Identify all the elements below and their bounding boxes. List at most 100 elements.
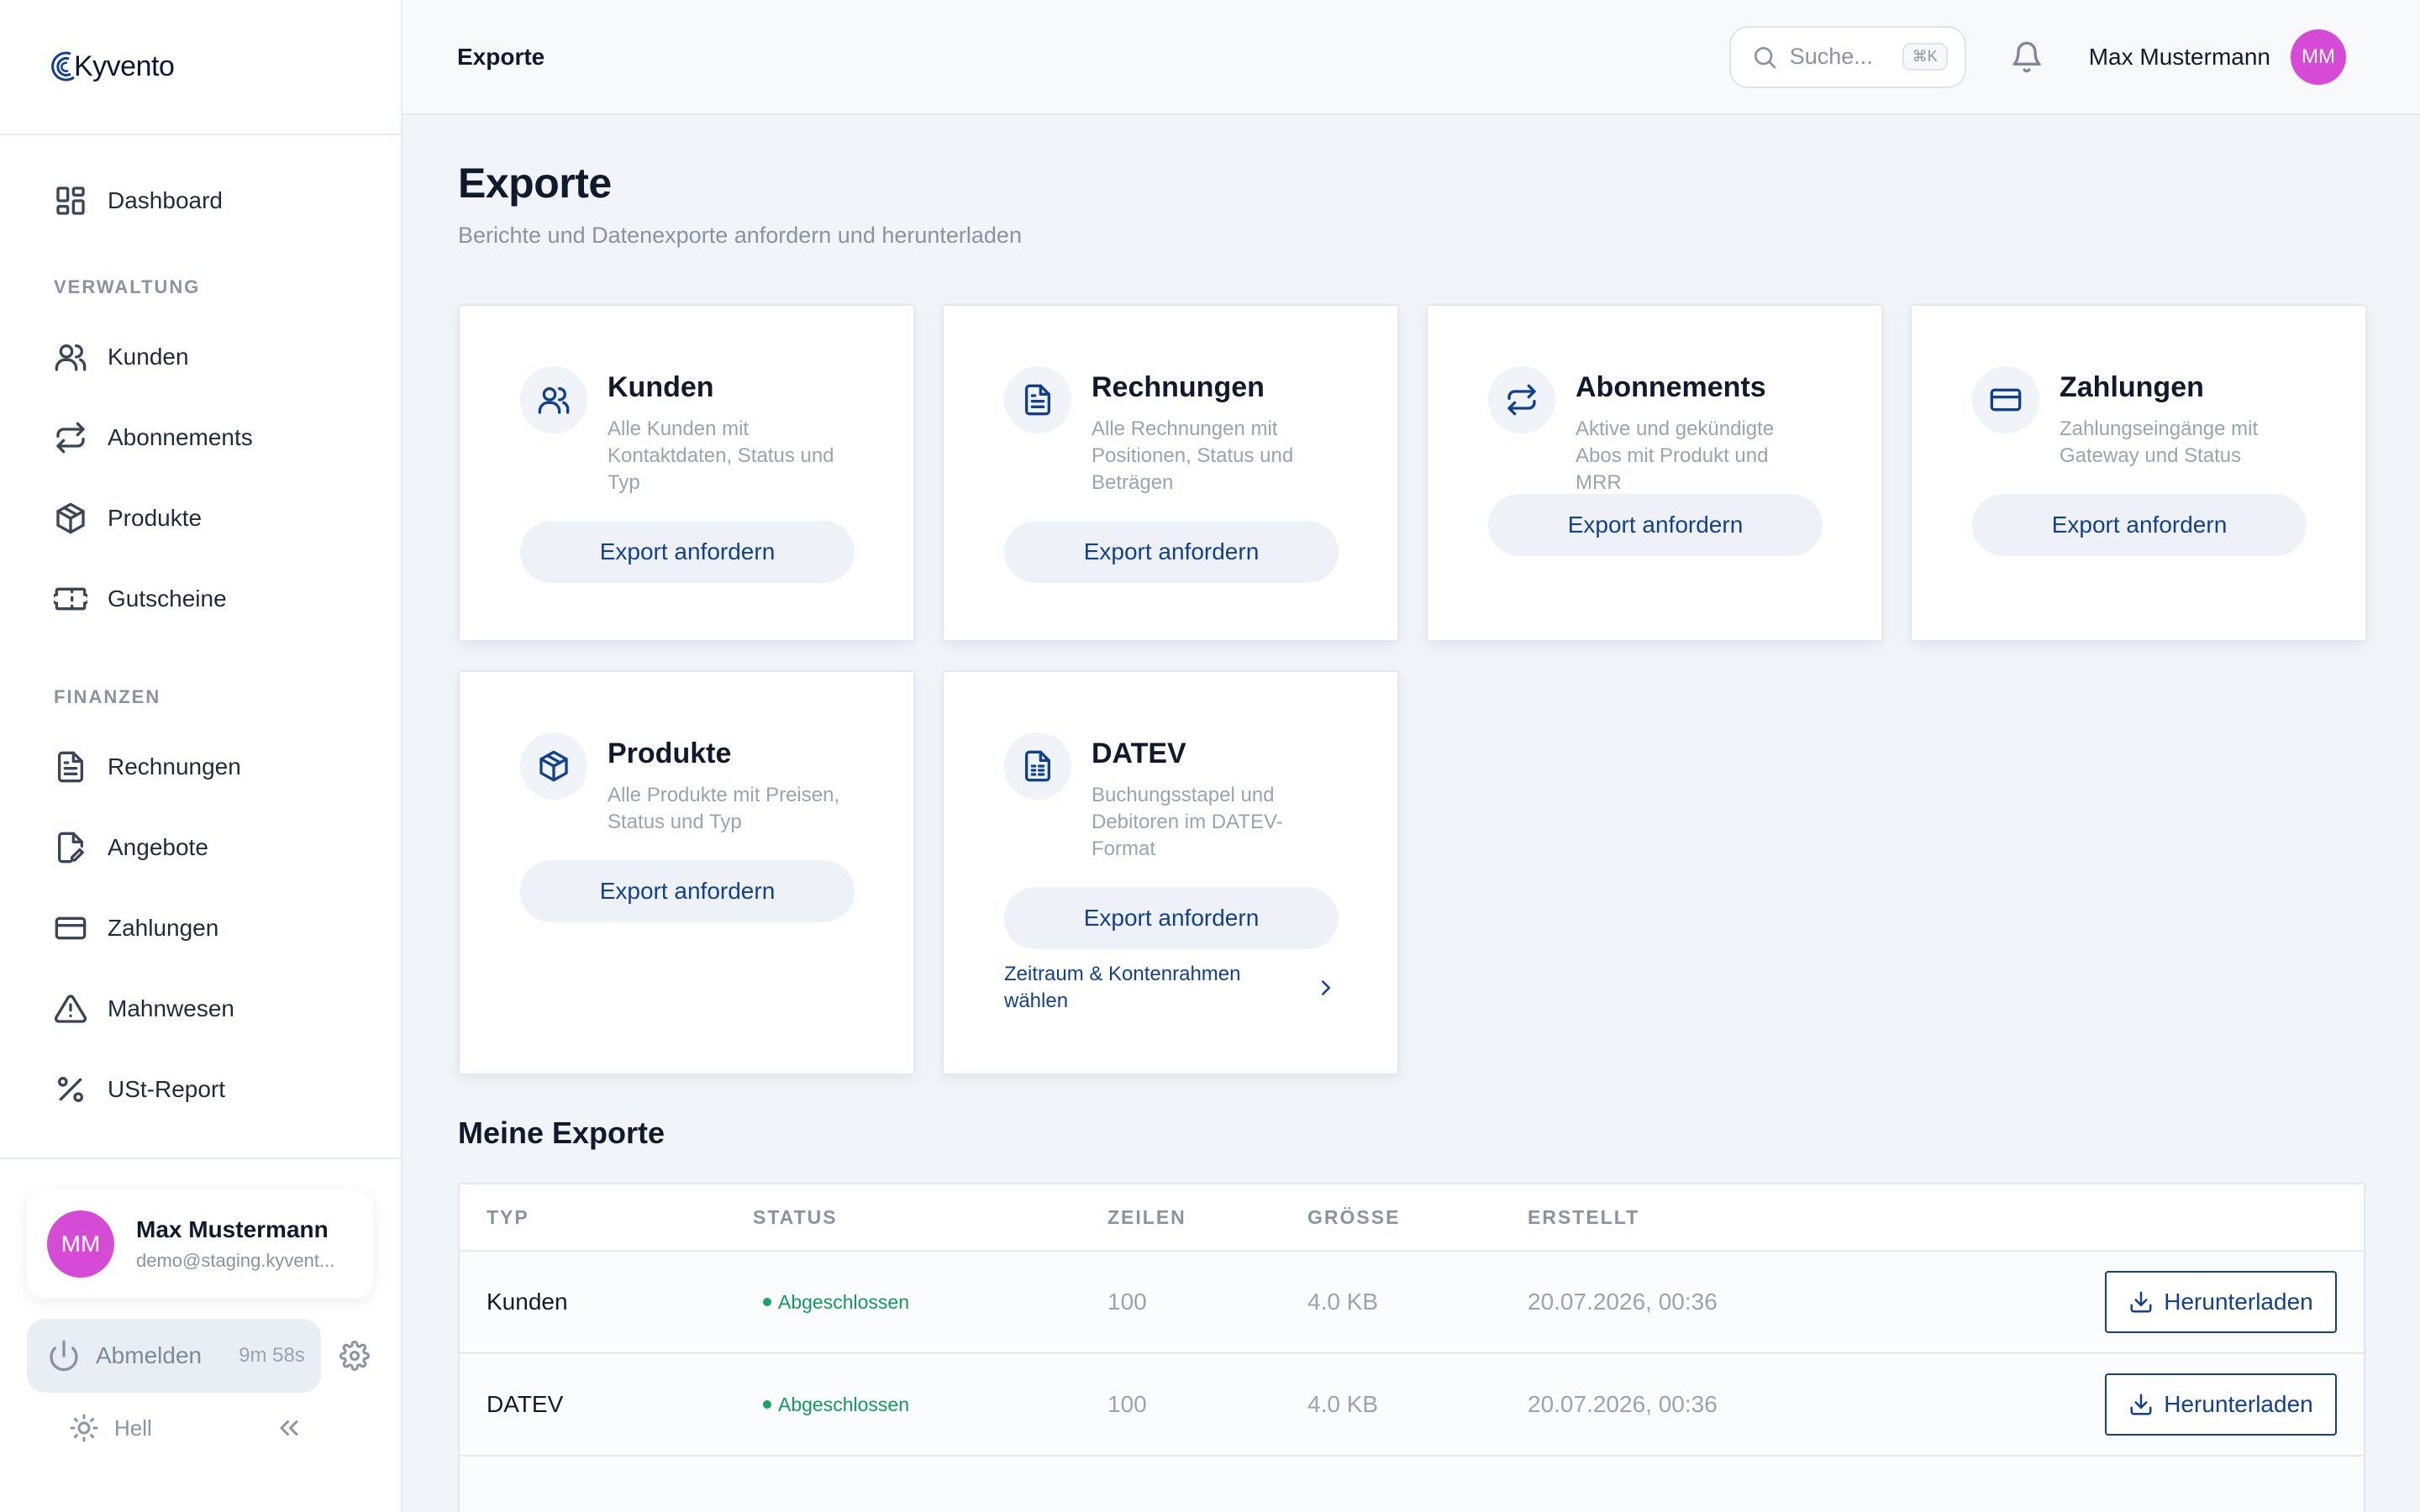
page-subtitle: Berichte und Datenexporte anfordern und … (458, 223, 1022, 248)
sidebar-item-kunden[interactable]: Kunden (0, 317, 401, 397)
export-card-rechnungen: Rechnungen Alle Rechnungen mit Positione… (942, 304, 1399, 642)
gear-icon[interactable] (339, 1341, 370, 1371)
export-card-abonnements: Abonnements Aktive und gekündigte Abos m… (1426, 304, 1883, 642)
card-description: Zahlungseingänge mit Gateway und Status (2060, 417, 2259, 467)
ticket-icon (54, 587, 87, 611)
cell-rows: 100 (1107, 1289, 1147, 1315)
cell-rows: 100 (1107, 1391, 1147, 1417)
cell-type: DATEV (487, 1391, 564, 1417)
column-header-size: GRÖSSE (1307, 1205, 1401, 1228)
card-description: Alle Produkte mit Preisen, Status und Ty… (608, 784, 840, 833)
card-description: Buchungsstapel und Debitoren im DATEV-Fo… (1092, 784, 1283, 860)
export-request-button[interactable]: Export anfordern (520, 521, 855, 583)
search-input[interactable] (1789, 44, 1897, 70)
sidebar-item-gutscheine[interactable]: Gutscheine (0, 559, 401, 639)
status-badge: Abgeschlossen (763, 1291, 909, 1314)
card-description: Alle Rechnungen mit Positionen, Status u… (1092, 417, 1294, 494)
table-row: Kunden Abgeschlossen 100 4.0 KB 20.07.20… (460, 1252, 2364, 1354)
sidebar-item-ust-report[interactable]: USt-Report (0, 1049, 401, 1130)
file-text-icon (58, 751, 84, 783)
session-timer: 9m 58s (239, 1344, 305, 1367)
sidebar-item-label: Zahlungen (108, 915, 219, 941)
download-button[interactable]: Herunterladen (2105, 1271, 2337, 1333)
users-icon (55, 344, 87, 371)
status-label: Abgeschlossen (778, 1290, 909, 1313)
cell-status: Abgeschlossen (753, 1291, 1107, 1314)
user-name: Max Mustermann (136, 1216, 329, 1242)
column-header-rows: ZEILEN (1107, 1205, 1186, 1228)
file-text-icon (1025, 384, 1050, 416)
card-description: Aktive und gekündigte Abos mit Produkt u… (1576, 417, 1775, 494)
status-badge: Abgeschlossen (763, 1394, 909, 1416)
sidebar-item-mahnwesen[interactable]: Mahnwesen (0, 969, 401, 1049)
logout-row: Abmelden 9m 58s (27, 1319, 370, 1393)
percent-icon (58, 1077, 83, 1102)
export-card-zahlungen: Zahlungen Zahlungseingänge mit Gateway u… (1910, 304, 2367, 642)
card-title: Rechnungen (1092, 371, 1265, 403)
sidebar-item-abonnements[interactable]: Abonnements (0, 397, 401, 478)
download-button[interactable]: Herunterladen (2105, 1373, 2337, 1436)
column-header-type: TYP (487, 1205, 529, 1228)
credit-card-icon (1990, 388, 2022, 412)
repeat-icon (1507, 384, 1536, 416)
export-request-button[interactable]: Export anfordern (520, 860, 855, 922)
logout-label: Abmelden (96, 1342, 203, 1368)
chevron-right-icon (1322, 980, 1330, 995)
page-title: Exporte (458, 160, 612, 207)
sidebar-item-label: USt-Report (108, 1076, 226, 1102)
download-icon (2130, 1394, 2152, 1415)
export-request-button[interactable]: Export anfordern (1004, 521, 1339, 583)
card-title: Abonnements (1576, 371, 1766, 403)
sun-icon[interactable] (69, 1413, 99, 1443)
sidebar-item-rechnungen[interactable]: Rechnungen (0, 727, 401, 807)
card-description: Alle Kunden mit Kontaktdaten, Status und… (608, 417, 834, 494)
logout-button[interactable]: Abmelden 9m 58s (27, 1319, 321, 1393)
export-card-datev: DATEV Buchungsstapel und Debitoren im DA… (942, 670, 1399, 1075)
cell-created: 20.07.2026, 00:36 (1528, 1391, 1718, 1417)
export-card-kunden: Kunden Alle Kunden mit Kontaktdaten, Sta… (458, 304, 915, 642)
sidebar-item-dashboard[interactable]: Dashboard (0, 160, 401, 241)
search-icon (1754, 46, 1776, 68)
card-title: Zahlungen (2060, 371, 2204, 403)
sidebar-item-label: Abonnements (108, 424, 253, 450)
card-title: Kunden (608, 371, 714, 403)
sidebar-item-angebote[interactable]: Angebote (0, 807, 401, 888)
chevrons-left-icon[interactable] (274, 1413, 304, 1443)
grid-icon (56, 186, 85, 215)
status-label: Abgeschlossen (778, 1393, 909, 1415)
download-icon (2130, 1291, 2152, 1313)
exports-table: TYP STATUS ZEILEN GRÖSSE ERSTELLT Kunden… (458, 1183, 2365, 1512)
card-icon (1488, 366, 1555, 433)
file-edit-icon (58, 832, 84, 864)
card-title: Produkte (608, 738, 732, 769)
sidebar-item-zahlungen[interactable]: Zahlungen (0, 888, 401, 969)
cell-created: 20.07.2026, 00:36 (1528, 1289, 1718, 1315)
cell-status: Abgeschlossen (753, 1394, 1107, 1416)
card-icon (1972, 366, 2039, 433)
theme-toggle-label[interactable]: Hell (114, 1415, 152, 1441)
export-request-button[interactable]: Export anfordern (1488, 494, 1823, 556)
datev-options-label: Zeitraum & Kontenrahmen wählen (1004, 963, 1241, 1012)
column-header-created: ERSTELLT (1528, 1205, 1640, 1228)
datev-options-link[interactable]: Zeitraum & Kontenrahmen wählen (1004, 961, 1339, 1015)
file-spreadsheet-icon (1025, 750, 1050, 782)
sidebar-footer: MM Max Mustermann demo@staging.kyvent...… (0, 1158, 401, 1512)
logo[interactable]: Kyvento (0, 0, 401, 135)
alert-triangle-icon (54, 995, 87, 1023)
export-request-button[interactable]: Export anfordern (1004, 887, 1339, 949)
search-box[interactable]: ⌘K (1728, 25, 1966, 88)
logo-text: Kyvento (74, 50, 175, 82)
avatar[interactable]: MM (2291, 29, 2346, 85)
status-dot (763, 1400, 771, 1409)
user-card[interactable]: MM Max Mustermann demo@staging.kyvent... (27, 1189, 373, 1299)
power-icon (50, 1340, 78, 1372)
bell-icon[interactable] (2010, 40, 2044, 74)
user-menu-name[interactable]: Max Mustermann (2089, 44, 2270, 71)
repeat-icon (56, 422, 85, 454)
card-icon (520, 732, 587, 800)
theme-row: Hell (69, 1413, 304, 1443)
sidebar-item-label: Angebote (108, 834, 208, 860)
sidebar-item-label: Rechnungen (108, 753, 241, 780)
sidebar-item-produkte[interactable]: Produkte (0, 478, 401, 559)
export-request-button[interactable]: Export anfordern (1972, 494, 2307, 556)
